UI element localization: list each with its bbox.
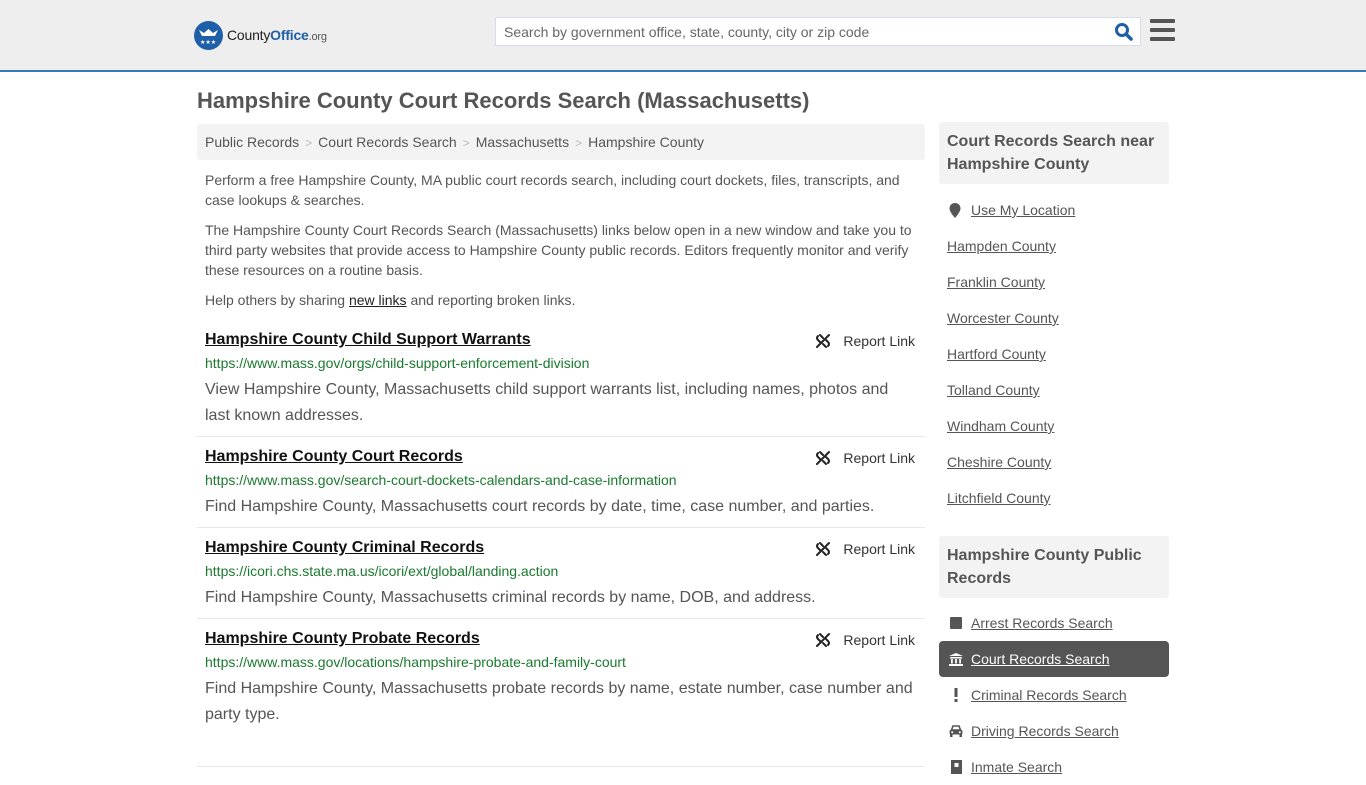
breadcrumb-public-records[interactable]: Public Records <box>205 134 299 150</box>
result-title-link[interactable]: Hampshire County Criminal Records <box>205 539 484 557</box>
result-url: https://icori.chs.state.ma.us/icori/ext/… <box>205 563 559 579</box>
new-links-link[interactable]: new links <box>349 292 407 308</box>
broken-link-icon <box>816 542 831 556</box>
hamburger-menu-icon <box>1150 19 1175 23</box>
public-records-heading: Hampshire County Public Records <box>939 536 1169 598</box>
square-icon <box>949 616 963 630</box>
divider <box>197 766 925 767</box>
hamburger-menu-button[interactable] <box>1150 19 1175 41</box>
result-description: Find Hampshire County, Massachusetts pro… <box>205 680 913 723</box>
report-link-button[interactable]: Report Link <box>815 450 915 466</box>
sidebar-item-label: Arrest Records Search <box>971 615 1113 631</box>
site-logo[interactable]: ★★★ CountyOffice.org <box>194 20 327 50</box>
report-link-button[interactable]: Report Link <box>815 541 915 557</box>
sidebar-item-label: Driving Records Search <box>971 723 1119 739</box>
result-description: Find Hampshire County, Massachusetts cou… <box>205 498 875 515</box>
sidebar-item-driving-records[interactable]: Driving Records Search <box>939 713 1169 749</box>
page-title: Hampshire County Court Records Search (M… <box>197 88 810 113</box>
report-link-label: Report Link <box>843 632 915 648</box>
sidebar-item-court-records[interactable]: Court Records Search <box>939 641 1169 677</box>
breadcrumb-massachusetts[interactable]: Massachusetts <box>476 134 569 150</box>
sidebar-item-label: Inmate Search <box>971 759 1063 775</box>
logo-text: CountyOffice.org <box>227 27 327 43</box>
breadcrumb-hampshire-county[interactable]: Hampshire County <box>588 134 704 150</box>
result-url: https://www.mass.gov/orgs/child-support-… <box>205 355 590 371</box>
intro-paragraph-2: The Hampshire County Court Records Searc… <box>205 222 912 278</box>
logo-eagle-icon: ★★★ <box>194 20 223 50</box>
sidebar-item-label: Court Records Search <box>971 651 1110 667</box>
logo-brand-suffix: .org <box>308 31 327 43</box>
nearby-county-link[interactable]: Hartford County <box>947 346 1046 362</box>
breadcrumb-separator: > <box>305 136 313 150</box>
search-input[interactable] <box>496 18 1106 45</box>
location-pin-icon <box>949 202 961 218</box>
logo-brand-main: County <box>227 27 271 43</box>
intro-text: Help others by sharing <box>205 292 349 308</box>
result-url: https://www.mass.gov/search-court-docket… <box>205 472 677 488</box>
result-title-link[interactable]: Hampshire County Court Records <box>205 448 463 466</box>
result-title-link[interactable]: Hampshire County Probate Records <box>205 630 480 648</box>
intro-paragraph-3: Help others by sharing new links and rep… <box>205 290 917 310</box>
sidebar-item-arrest-records[interactable]: Arrest Records Search <box>939 605 1169 641</box>
result-description: Find Hampshire County, Massachusetts cri… <box>205 589 816 606</box>
result-item: Hampshire County Court Records Report Li… <box>197 448 925 528</box>
breadcrumb-separator: > <box>462 136 470 150</box>
report-link-label: Report Link <box>843 450 915 466</box>
car-icon <box>949 724 963 738</box>
nearby-county-link[interactable]: Franklin County <box>947 274 1045 290</box>
intro-paragraph-1: Perform a free Hampshire County, MA publ… <box>205 172 900 208</box>
nearby-county-link[interactable]: Hampden County <box>947 238 1056 254</box>
breadcrumb: Public Records > Court Records Search > Mass… <box>197 124 925 160</box>
logo-brand-accent: Office <box>270 27 309 43</box>
hamburger-line <box>1150 37 1175 41</box>
broken-link-icon <box>816 451 831 465</box>
nearby-heading: Court Records Search near Hampshire Coun… <box>939 122 1169 184</box>
report-link-button[interactable]: Report Link <box>815 632 915 648</box>
nearby-county-link[interactable]: Windham County <box>947 418 1054 434</box>
exclamation-icon <box>949 688 963 702</box>
jail-icon <box>949 760 963 774</box>
svg-text:★★★: ★★★ <box>200 39 216 46</box>
report-link-label: Report Link <box>843 541 915 557</box>
result-item: Hampshire County Child Support Warrants … <box>197 331 925 437</box>
nearby-county-link[interactable]: Litchfield County <box>947 490 1051 506</box>
use-my-location-label: Use My Location <box>971 202 1076 218</box>
result-title-link[interactable]: Hampshire County Child Support Warrants <box>205 331 531 349</box>
intro-text: and reporting broken links. <box>406 292 576 308</box>
breadcrumb-court-records-search[interactable]: Court Records Search <box>318 134 457 150</box>
report-link-label: Report Link <box>843 333 915 349</box>
result-item: Hampshire County Probate Records Report … <box>197 630 925 766</box>
sidebar-item-inmate-search[interactable]: Inmate Search <box>939 749 1169 785</box>
sidebar-item-criminal-records[interactable]: Criminal Records Search <box>939 677 1169 713</box>
broken-link-icon <box>816 334 831 348</box>
result-description: View Hampshire County, Massachusetts chi… <box>205 381 889 424</box>
courthouse-icon <box>949 652 963 666</box>
use-my-location-link[interactable]: Use My Location <box>949 202 1075 218</box>
hamburger-line <box>1150 28 1175 32</box>
nearby-county-link[interactable]: Worcester County <box>947 310 1059 326</box>
report-link-button[interactable]: Report Link <box>815 333 915 349</box>
nearby-county-link[interactable]: Cheshire County <box>947 454 1051 470</box>
search-button[interactable] <box>1114 22 1134 42</box>
broken-link-icon <box>816 633 831 647</box>
result-item: Hampshire County Criminal Records Report… <box>197 539 925 619</box>
result-url: https://www.mass.gov/locations/hampshire… <box>205 654 626 670</box>
sidebar-item-label: Criminal Records Search <box>971 687 1127 703</box>
nearby-county-link[interactable]: Tolland County <box>947 382 1040 398</box>
breadcrumb-separator: > <box>575 136 583 150</box>
search-bar <box>495 17 1141 46</box>
search-icon <box>1115 23 1133 41</box>
site-header: ★★★ CountyOffice.org <box>0 0 1366 72</box>
